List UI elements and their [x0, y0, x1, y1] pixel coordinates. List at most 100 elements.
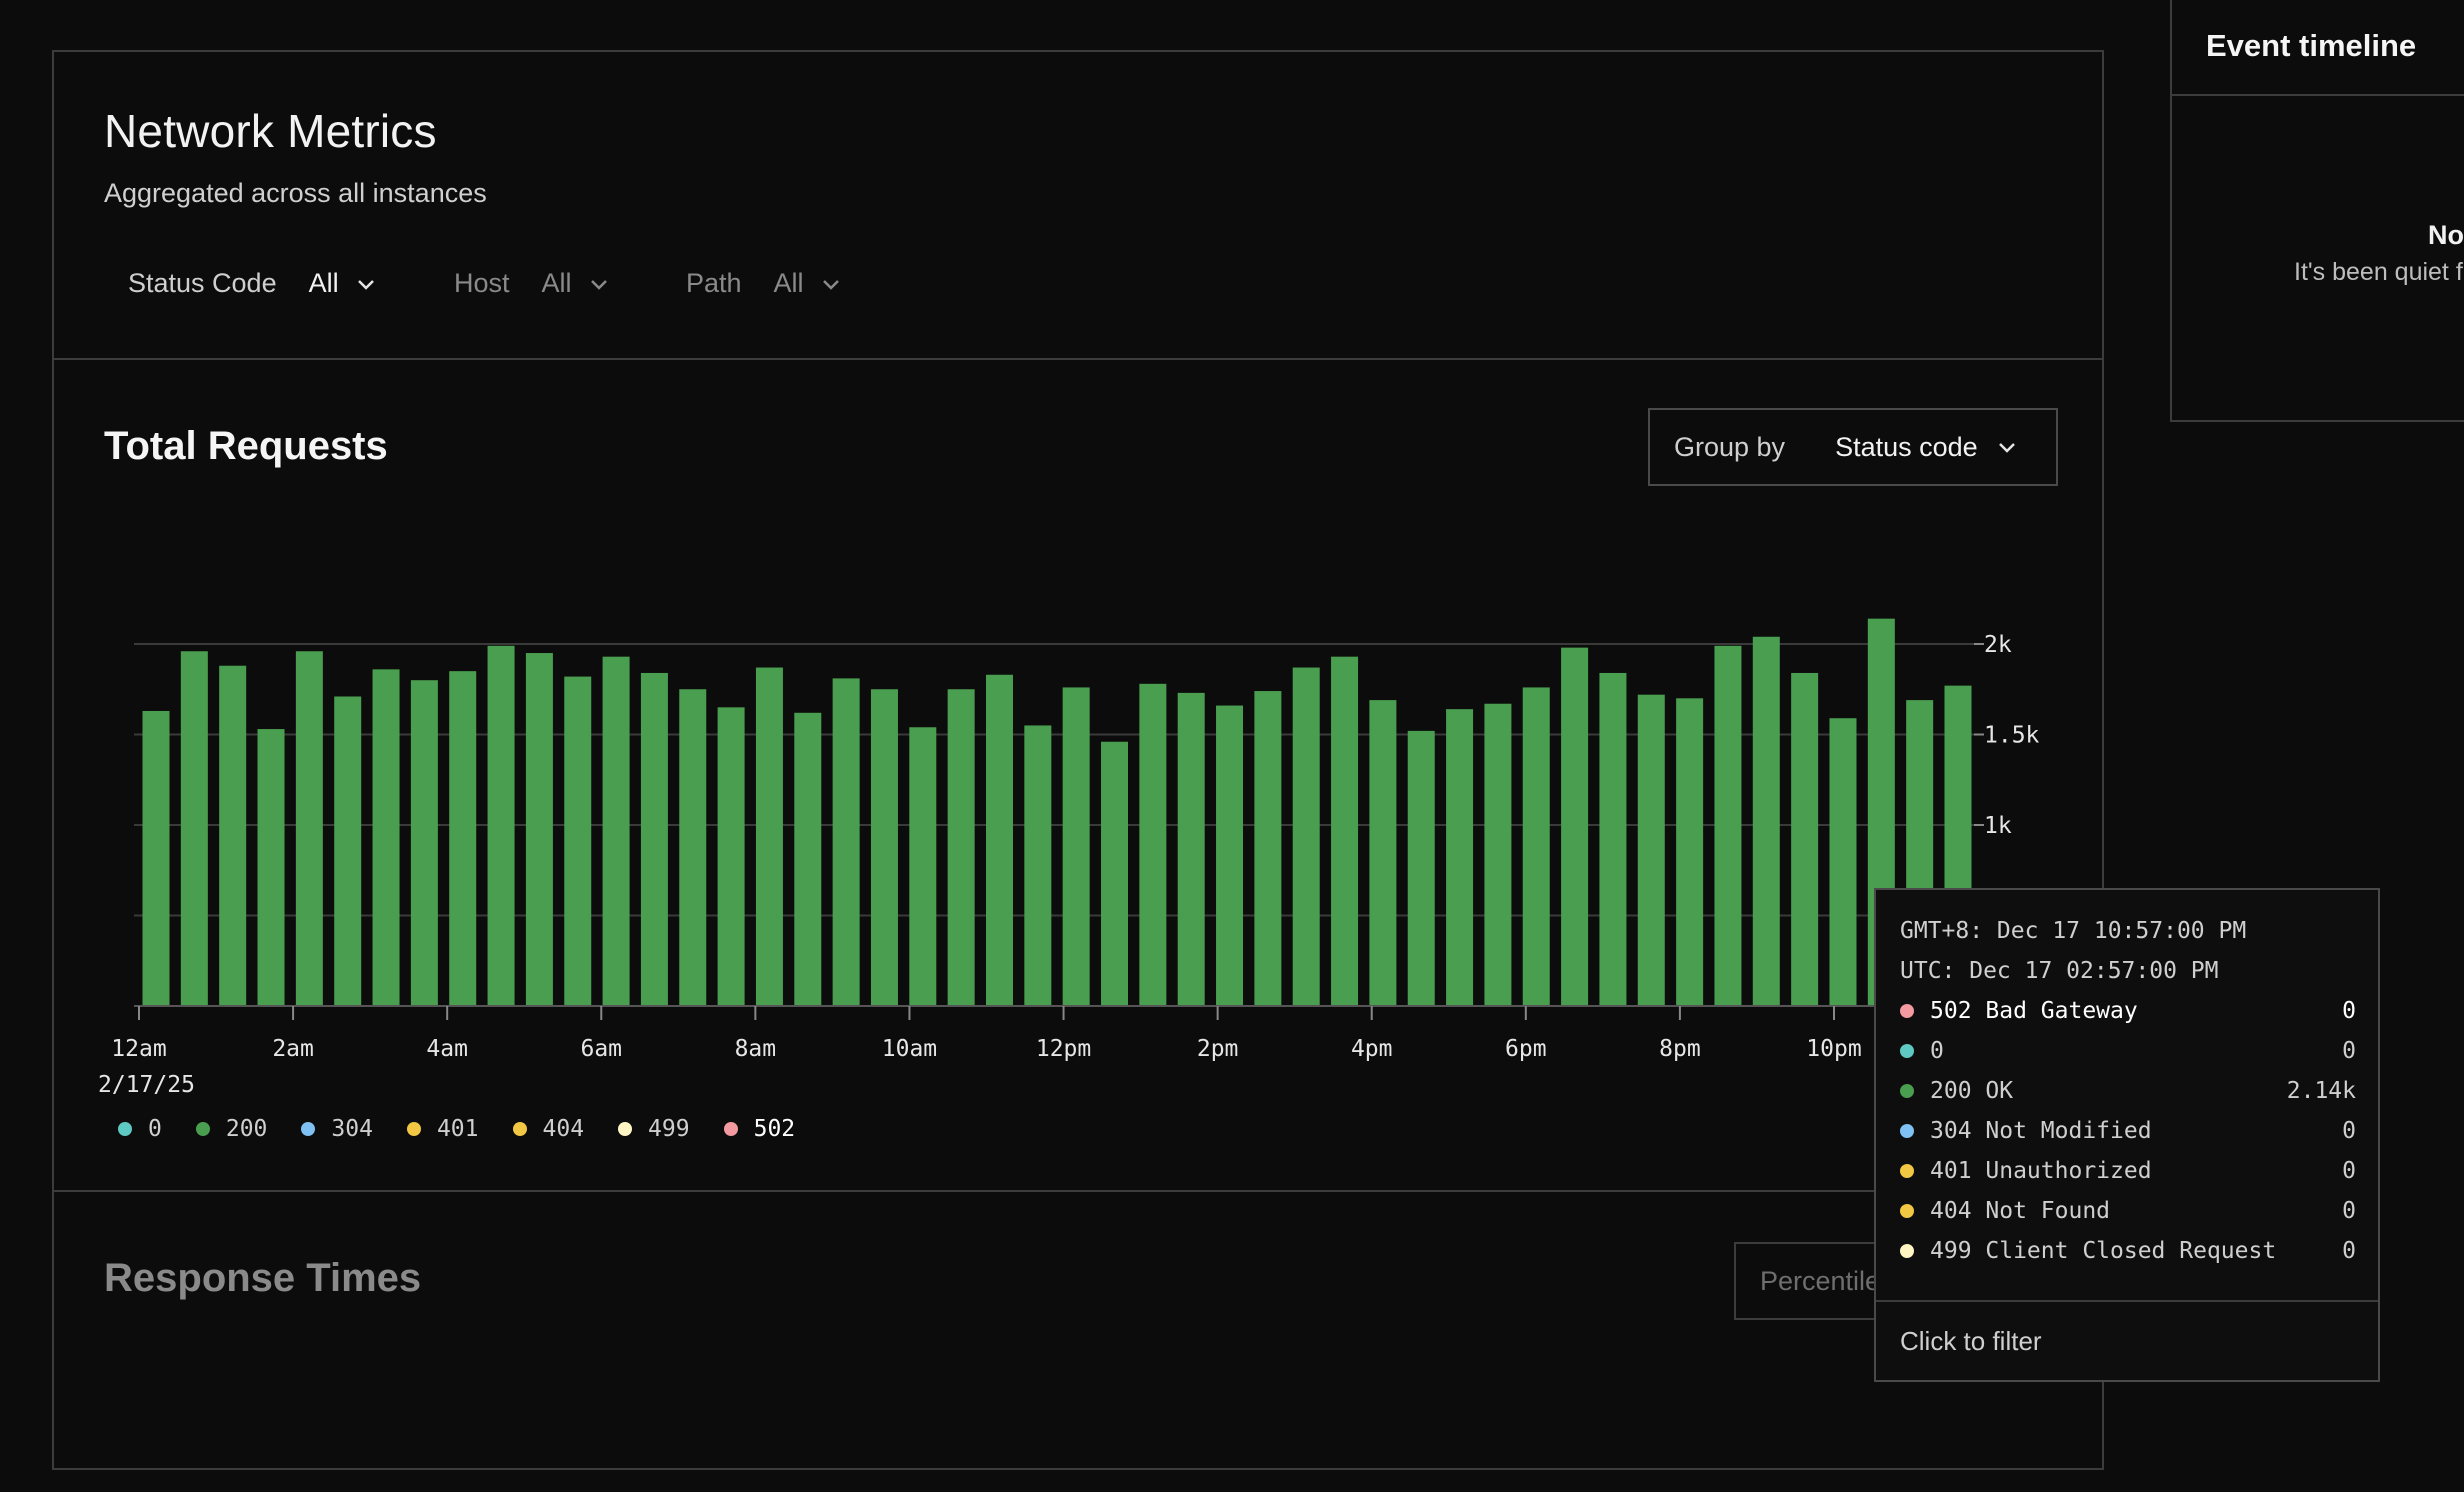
- chart-bar[interactable]: [717, 707, 745, 1006]
- chart-bar[interactable]: [525, 653, 553, 1006]
- chart-tooltip[interactable]: GMT+8: Dec 17 10:57:00 PM UTC: Dec 17 02…: [1874, 888, 2380, 1382]
- chart-bar[interactable]: [142, 710, 170, 1006]
- chart-bar[interactable]: [1522, 687, 1550, 1006]
- tooltip-row-value: 0: [2342, 998, 2356, 1024]
- host-filter-value: All: [541, 268, 572, 298]
- chart-bar[interactable]: [1676, 698, 1704, 1006]
- chart-bar[interactable]: [947, 689, 975, 1006]
- legend-label: 401: [436, 1116, 479, 1142]
- legend-label: 304: [331, 1116, 373, 1142]
- chart-bar[interactable]: [334, 696, 362, 1006]
- chart-bar[interactable]: [1599, 672, 1627, 1006]
- chart-bar[interactable]: [1561, 647, 1589, 1006]
- tooltip-utc-time: UTC: Dec 17 02:57:00 PM: [1900, 958, 2219, 984]
- chart-bar[interactable]: [1484, 703, 1512, 1006]
- legend-item-0[interactable]: 0: [118, 1116, 162, 1142]
- chart-bar[interactable]: [1752, 636, 1780, 1006]
- event-timeline-title: Event timeline: [2206, 28, 2417, 63]
- legend-dot: [118, 1122, 132, 1136]
- chart-bar[interactable]: [870, 689, 898, 1006]
- chart-bar[interactable]: [1791, 672, 1819, 1006]
- tooltip-row-value: 2.14k: [2286, 1078, 2356, 1104]
- x-tick-label: 6am: [580, 1036, 622, 1062]
- chart-bar[interactable]: [640, 672, 668, 1006]
- chart-bar[interactable]: [794, 712, 822, 1006]
- chart-bar[interactable]: [1177, 692, 1205, 1006]
- chart-bar[interactable]: [985, 674, 1013, 1006]
- chart-bar[interactable]: [1407, 730, 1435, 1006]
- chart-bar[interactable]: [1216, 705, 1244, 1006]
- legend-item-499[interactable]: 499: [618, 1116, 690, 1142]
- chart-bar[interactable]: [410, 680, 438, 1006]
- status-dot: [1900, 1164, 1914, 1178]
- tooltip-row-name: 304 Not Modified: [1930, 1118, 2152, 1144]
- tooltip-row: 200 OK 2.14k: [1900, 1078, 2356, 1104]
- status-dot: [1900, 1244, 1914, 1258]
- chart-bar[interactable]: [602, 656, 630, 1006]
- chart-bar[interactable]: [1637, 694, 1665, 1006]
- page-title: Network Metrics: [104, 105, 437, 157]
- x-tick-label: 10am: [882, 1036, 937, 1062]
- tooltip-row-name: 404 Not Found: [1930, 1198, 2111, 1224]
- legend-dot: [512, 1122, 527, 1136]
- chart-bar[interactable]: [1292, 667, 1320, 1006]
- chart-bar[interactable]: [1139, 683, 1167, 1006]
- chart-bar[interactable]: [487, 645, 515, 1006]
- chart-bar[interactable]: [449, 671, 477, 1006]
- x-tick-label: 2am: [272, 1036, 314, 1062]
- tooltip-footer[interactable]: Click to filter: [1876, 1300, 2378, 1380]
- host-filter-label: Host: [454, 268, 510, 298]
- tooltip-row-value: 0: [2342, 1198, 2356, 1224]
- legend-item-401[interactable]: 401: [406, 1116, 479, 1142]
- tooltip-row: 0 0: [1900, 1038, 2356, 1064]
- status-code-filter[interactable]: Status Code All: [128, 268, 377, 299]
- tooltip-row-name: 200 OK: [1930, 1078, 2014, 1104]
- host-filter[interactable]: Host All: [454, 268, 610, 299]
- chart-bar[interactable]: [1714, 645, 1742, 1006]
- network-metrics-panel: Network Metrics Aggregated across all in…: [52, 50, 2104, 1470]
- chart-bar[interactable]: [295, 651, 323, 1006]
- legend-item-304[interactable]: 304: [301, 1116, 373, 1142]
- path-filter-value: All: [773, 268, 804, 298]
- path-filter[interactable]: Path All: [686, 268, 842, 299]
- chevron-down-icon: [590, 279, 607, 290]
- chart-bar[interactable]: [1369, 700, 1397, 1006]
- chart-bar[interactable]: [1062, 687, 1090, 1006]
- tooltip-row: 404 Not Found 0: [1900, 1198, 2356, 1224]
- chart-bar[interactable]: [1446, 709, 1474, 1006]
- chart-bar[interactable]: [909, 727, 937, 1006]
- tooltip-row-value: 0: [2342, 1038, 2356, 1064]
- total-requests-chart[interactable]: 2k 1.5k 1k 12am 2am 4am 6am 8am 10am 12pm 2pm 4pm 6p…: [54, 360, 2104, 1190]
- legend-item-404[interactable]: 404: [512, 1116, 584, 1142]
- chart-bar[interactable]: [564, 676, 592, 1006]
- chart-bar[interactable]: [1024, 725, 1052, 1006]
- legend-dot: [618, 1122, 633, 1136]
- chart-bar[interactable]: [257, 729, 285, 1006]
- chart-bar[interactable]: [1331, 656, 1359, 1006]
- tooltip-row: 304 Not Modified 0: [1900, 1118, 2356, 1144]
- status-dot: [1900, 1124, 1914, 1138]
- chart-bar[interactable]: [1254, 691, 1282, 1006]
- tooltip-row: 502 Bad Gateway 0: [1900, 998, 2356, 1024]
- x-tick-label: 8pm: [1659, 1036, 1701, 1062]
- chart-legend: 0 200 304 401 404 499 502: [118, 1116, 829, 1142]
- chart-bar[interactable]: [180, 651, 208, 1006]
- chart-bar[interactable]: [372, 669, 400, 1006]
- legend-item-502[interactable]: 502: [723, 1116, 795, 1142]
- tooltip-row-value: 0: [2342, 1158, 2356, 1184]
- chart-bar[interactable]: [755, 667, 783, 1006]
- status-dot: [1900, 1204, 1914, 1218]
- response-times-title: Response Times: [104, 1256, 422, 1300]
- chart-bar[interactable]: [679, 689, 707, 1006]
- tooltip-row-name: 0: [1930, 1038, 1944, 1064]
- y-tick-label: 2k: [1984, 632, 2012, 658]
- tooltip-row-value: 0: [2342, 1238, 2356, 1264]
- chart-bar[interactable]: [1829, 718, 1857, 1006]
- chart-bar[interactable]: [832, 678, 860, 1006]
- chart-bar[interactable]: [1101, 741, 1129, 1006]
- response-times-section: Response Times Percentile: [54, 1192, 2102, 1492]
- status-code-filter-value: All: [308, 268, 339, 298]
- tooltip-row: 401 Unauthorized 0: [1900, 1158, 2356, 1184]
- legend-item-200[interactable]: 200: [195, 1116, 267, 1142]
- chart-bar[interactable]: [219, 665, 247, 1006]
